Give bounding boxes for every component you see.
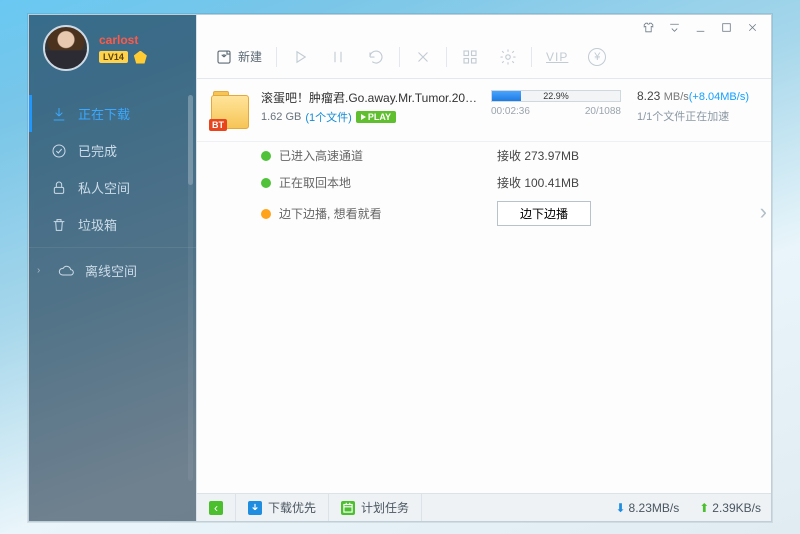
bt-badge: BT [209, 119, 227, 131]
status-bar: ‹ 下载优先 计划任务 ⬇ 8.23MB/s ⬆ 2.39KB [197, 493, 771, 521]
coin-icon [134, 51, 147, 64]
detail-row: 边下边播, 想看就看 边下边播 [261, 196, 759, 231]
progress-bar: 22.9% [491, 90, 621, 102]
nav-downloading[interactable]: 正在下载 [29, 95, 196, 132]
pause-button[interactable] [323, 44, 353, 70]
schedule-tasks[interactable]: 计划任务 [329, 494, 422, 521]
detail-label: 正在取回本地 [279, 174, 489, 191]
nav-label: 正在下载 [78, 104, 130, 123]
new-task-button[interactable]: 新建 [209, 44, 268, 70]
username: carlost [99, 33, 147, 47]
file-count-link[interactable]: (1个文件) [305, 109, 351, 125]
nav-offline[interactable]: › 离线空间 [29, 252, 196, 289]
play-badge[interactable]: PLAY [356, 111, 396, 123]
status-dot-icon [261, 178, 271, 188]
toolbar-sep [399, 47, 400, 67]
nav-label: 私人空间 [78, 178, 130, 197]
detail-row: 已进入高速通道 接收 273.97MB [261, 142, 759, 169]
close-button[interactable] [741, 19, 763, 35]
nav-label: 已完成 [78, 141, 117, 160]
folder-icon: BT [209, 89, 251, 131]
task-details: 已进入高速通道 接收 273.97MB 正在取回本地 接收 100.41MB 边… [197, 142, 771, 231]
detail-label: 已进入高速通道 [279, 147, 489, 164]
settings-button[interactable] [493, 44, 523, 70]
detail-value: 接收 100.41MB [497, 174, 759, 191]
delete-button[interactable] [408, 44, 438, 70]
lock-icon [51, 180, 67, 196]
skin-icon[interactable] [637, 19, 659, 35]
vip-label: VIP [546, 50, 568, 64]
nav: 正在下载 已完成 私人空间 垃圾箱 [29, 95, 196, 289]
status-label: 下载优先 [268, 499, 316, 516]
restart-button[interactable] [361, 44, 391, 70]
titlebar [197, 15, 771, 35]
check-circle-icon [51, 143, 67, 159]
detail-label: 边下边播, 想看就看 [279, 205, 489, 222]
chevron-left-icon: ‹ [209, 501, 223, 515]
toolbar-new-label: 新建 [238, 48, 262, 65]
upload-rate: ⬆ 2.39KB/s [689, 501, 771, 515]
start-button[interactable] [285, 44, 315, 70]
detail-row: 正在取回本地 接收 100.41MB [261, 169, 759, 196]
speed: 8.23 MB/s(+8.04MB/s) [637, 89, 759, 103]
minimize-button[interactable] [689, 19, 711, 35]
profile[interactable]: carlost LV14 [29, 15, 196, 77]
status-label: 计划任务 [361, 499, 409, 516]
sidebar-scrollbar[interactable] [188, 95, 193, 481]
nav-private[interactable]: 私人空间 [29, 169, 196, 206]
task-row[interactable]: BT 滚蛋吧！肿瘤君.Go.away.Mr.Tumor.2015... 1.62… [197, 79, 771, 142]
task-list: BT 滚蛋吧！肿瘤君.Go.away.Mr.Tumor.2015... 1.62… [197, 79, 771, 493]
maximize-button[interactable] [715, 19, 737, 35]
task-size: 1.62 GB [261, 111, 301, 123]
status-dot-icon [261, 209, 271, 219]
main-panel: 新建 VIP ¥ BT 滚蛋吧！肿瘤君.Go.away.Mr [196, 15, 771, 521]
arrow-up-icon: ⬆ [699, 501, 709, 515]
peer-count: 20/1088 [585, 106, 621, 117]
toolbar-sep [446, 47, 447, 67]
level-badge: LV14 [99, 51, 128, 63]
status-collapse[interactable]: ‹ [197, 494, 236, 521]
status-dot-icon [261, 151, 271, 161]
nav-trash[interactable]: 垃圾箱 [29, 206, 196, 243]
apps-button[interactable] [455, 44, 485, 70]
payment-button[interactable]: ¥ [582, 44, 612, 70]
avatar[interactable] [43, 25, 89, 71]
toolbar: 新建 VIP ¥ [197, 35, 771, 79]
download-rate: ⬇ 8.23MB/s [605, 501, 689, 515]
yen-icon: ¥ [588, 48, 606, 66]
nav-completed[interactable]: 已完成 [29, 132, 196, 169]
scrollbar-thumb[interactable] [188, 95, 193, 185]
nav-separator [29, 247, 196, 248]
nav-label: 垃圾箱 [78, 215, 117, 234]
accel-status: 1/1个文件正在加速 [637, 108, 759, 124]
priority-icon [248, 501, 262, 515]
trash-icon [51, 217, 67, 233]
task-name: 滚蛋吧！肿瘤君.Go.away.Mr.Tumor.2015... [261, 89, 481, 106]
download-icon [51, 106, 67, 122]
vip-button[interactable]: VIP [540, 46, 574, 68]
app-window: carlost LV14 正在下载 已完成 [28, 14, 772, 522]
sidebar: carlost LV14 正在下载 已完成 [29, 15, 196, 521]
detail-value: 接收 273.97MB [497, 147, 759, 164]
progress-percent: 22.9% [492, 91, 620, 101]
download-priority[interactable]: 下载优先 [236, 494, 329, 521]
nav-label: 离线空间 [85, 261, 137, 280]
dropdown-icon[interactable] [663, 19, 685, 35]
chevron-right-icon: › [37, 265, 47, 276]
cloud-icon [58, 263, 74, 279]
elapsed-time: 00:02:36 [491, 106, 530, 117]
toolbar-sep [531, 47, 532, 67]
arrow-down-icon: ⬇ [615, 501, 625, 515]
next-page-button[interactable]: › [758, 189, 769, 235]
schedule-icon [341, 501, 355, 515]
toolbar-sep [276, 47, 277, 67]
play-while-downloading-button[interactable]: 边下边播 [497, 201, 591, 226]
